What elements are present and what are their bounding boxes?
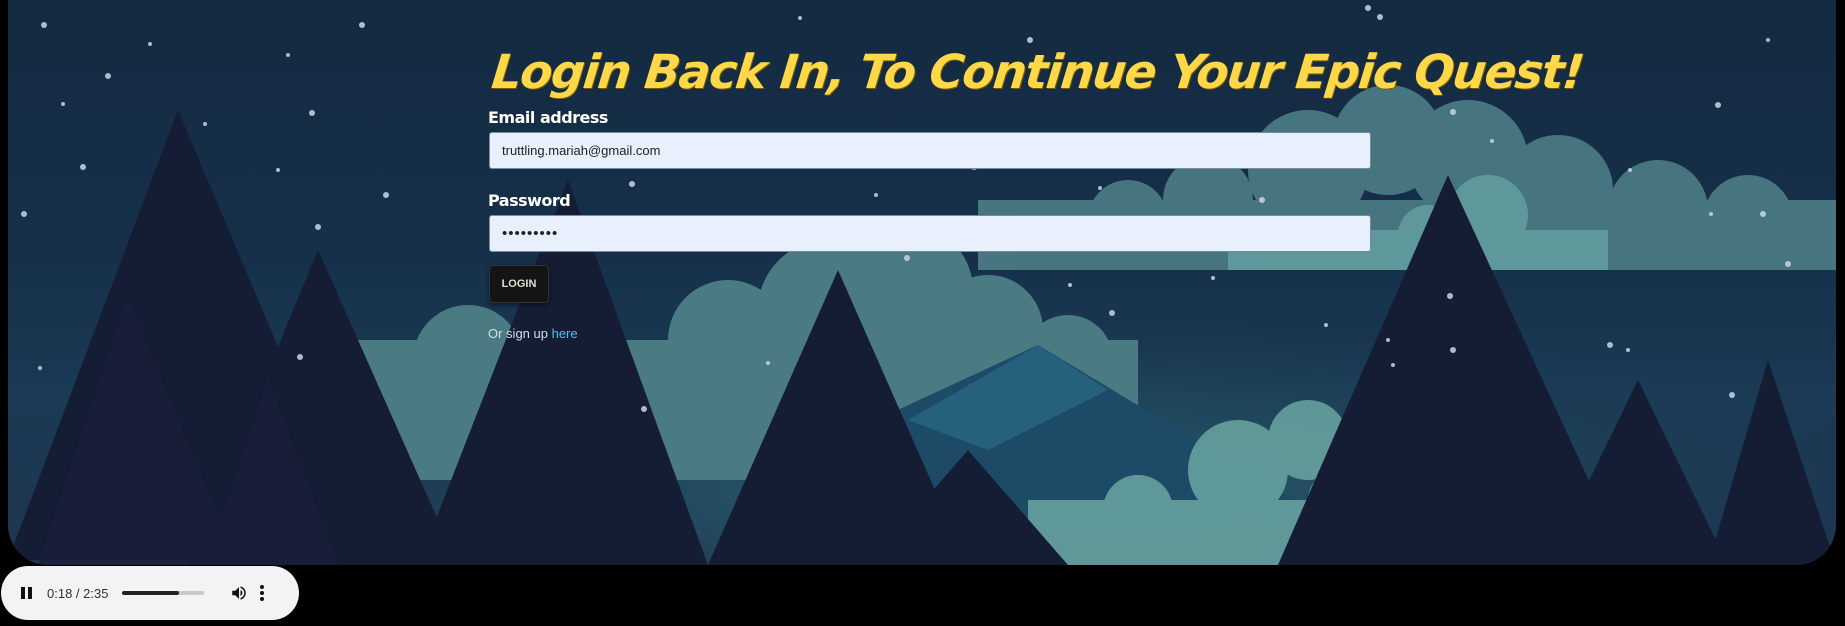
progress-fill: [122, 591, 180, 595]
progress-slider[interactable]: [122, 591, 205, 595]
playback-time: 0:18 / 2:35: [47, 585, 109, 601]
signup-link[interactable]: here: [552, 326, 578, 341]
login-form: Login Back In, To Continue Your Epic Que…: [488, 45, 1586, 341]
signup-prefix: Or sign up: [488, 326, 552, 341]
page-title: Login Back In, To Continue Your Epic Que…: [489, 45, 1586, 100]
volume-icon[interactable]: [230, 584, 248, 602]
more-options-icon[interactable]: [259, 585, 265, 601]
background-scene: Login Back In, To Continue Your Epic Que…: [8, 0, 1836, 565]
password-label: Password: [488, 191, 571, 210]
password-field[interactable]: •••••••••: [489, 215, 1371, 252]
pause-icon[interactable]: [20, 586, 34, 600]
login-button[interactable]: LOGIN: [489, 265, 549, 303]
audio-player: 0:18 / 2:35: [1, 566, 299, 620]
signup-text: Or sign up here: [488, 326, 1372, 341]
email-label: Email address: [488, 108, 608, 127]
email-field[interactable]: truttling.mariah@gmail.com: [489, 132, 1371, 169]
